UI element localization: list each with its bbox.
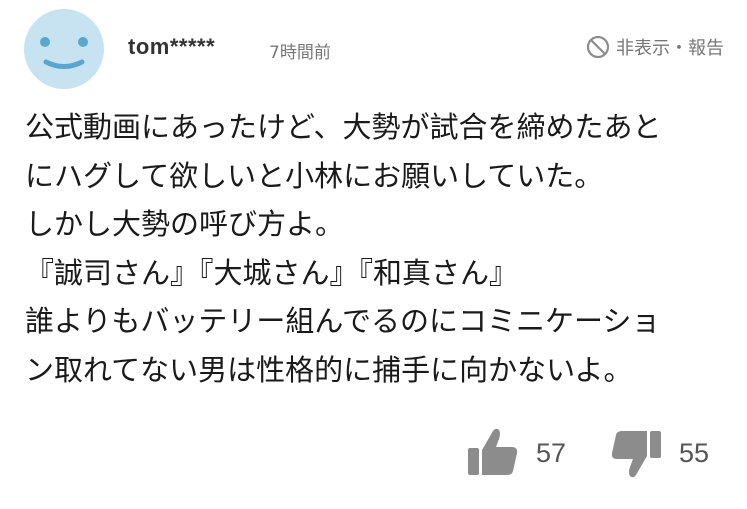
comment-body-line: 公式動画にあったけど、大勢が試合を締めたあと: [25, 110, 662, 144]
comment-header: tom***** 7時間前 非表示・報告: [24, 9, 724, 89]
thumbs-down-icon: [611, 431, 661, 478]
reaction-bar: 57 55: [466, 426, 726, 482]
prohibited-circle-icon: [586, 35, 610, 59]
like-count: 57: [536, 437, 567, 468]
comment-body-line: 『誠司さん』『大城さん』『和真さん』: [25, 255, 519, 290]
avatar[interactable]: [24, 9, 104, 89]
like-button[interactable]: 57: [466, 426, 566, 480]
comment-body-line: しかし大勢の呼び方よ。: [25, 207, 345, 241]
comment-body-line: 誰よりもバッテリー組んでるのにコミニケーショ: [25, 304, 661, 338]
comment-body-line: にハグして欲しいと小林にお願いしていた。: [25, 158, 604, 193]
comment-card: tom***** 7時間前 非表示・報告 公式動画にあったけど、大勢が試合を締め…: [0, 0, 747, 509]
hide-report-button[interactable]: 非表示・報告: [586, 34, 724, 60]
username[interactable]: tom*****: [128, 34, 215, 60]
comment-body: 公式動画にあったけど、大勢が試合を締めたあと にハグして欲しいと小林にお願いして…: [25, 103, 725, 394]
thumbs-up-icon: [468, 428, 518, 475]
comment-body-line: ン取れてない男は性格的に捕手に向かないよ。: [25, 352, 633, 387]
comment-timestamp: 7時間前: [269, 43, 331, 63]
hide-report-label: 非表示・報告: [616, 38, 724, 59]
dislike-count: 55: [679, 437, 710, 468]
smiley-face-icon: [40, 37, 88, 69]
dislike-button[interactable]: 55: [609, 426, 709, 480]
